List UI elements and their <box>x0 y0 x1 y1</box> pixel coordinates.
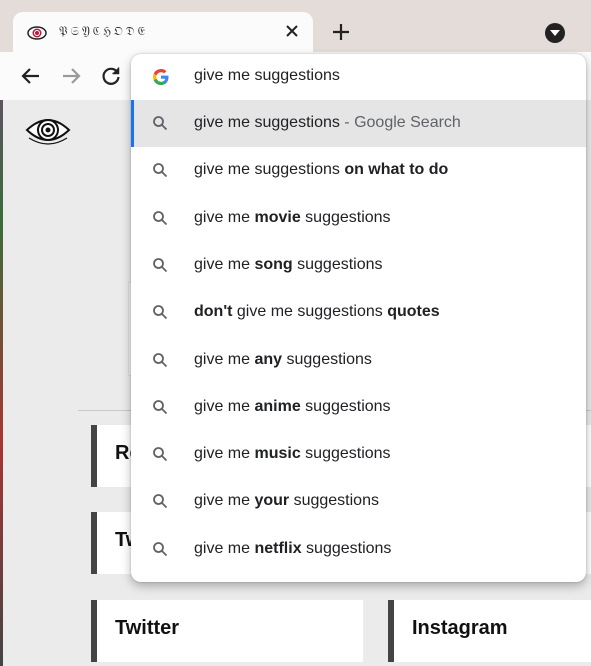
suggestion-part: suggestions <box>300 445 391 463</box>
google-g-icon <box>153 69 169 85</box>
suggestion-item[interactable]: give me movie suggestions <box>131 195 586 242</box>
suggestion-item[interactable]: give me anime suggestions <box>131 384 586 431</box>
search-icon <box>153 447 168 462</box>
suggestion-text: give me anime suggestions <box>194 398 391 416</box>
search-icon <box>153 352 168 367</box>
search-icon <box>153 494 168 509</box>
suggestion-bold-part: your <box>254 492 290 510</box>
suggestion-bold-part: movie <box>254 208 301 226</box>
suggestion-part: suggestions <box>289 492 379 510</box>
suggestion-part: give me <box>194 350 255 368</box>
suggestion-text: give me suggestions on what to do <box>194 161 448 179</box>
suggestion-part: suggestions <box>300 397 391 415</box>
back-arrow-icon[interactable] <box>19 64 43 88</box>
suggestion-text: give me music suggestions <box>194 445 391 463</box>
suggestion-bold-part: quotes <box>387 303 440 321</box>
omnibox-query: give me suggestions <box>194 67 340 84</box>
suggestion-text: give me any suggestions <box>194 351 372 369</box>
suggestion-part: give me <box>194 208 255 226</box>
suggestion-bold-part: anime <box>254 397 301 415</box>
suggestion-text: give me movie suggestions <box>194 209 391 227</box>
eye-spiral-icon <box>27 26 47 40</box>
suggestion-part: give me <box>194 492 255 510</box>
suggestion-part: suggestions <box>282 350 372 368</box>
suggestion-bold-part: on what to do <box>344 161 449 179</box>
instagram-card[interactable]: Instagram <box>388 600 591 662</box>
card-label: Instagram <box>412 617 508 639</box>
suggestion-text: give me suggestions - Google Search <box>194 114 461 132</box>
suggestion-part: give me <box>194 255 255 273</box>
suggestion-part: suggestions <box>292 255 383 273</box>
suggestion-description: - Google Search <box>339 114 461 131</box>
search-icon <box>153 541 168 556</box>
suggestion-bold-part: song <box>254 255 293 273</box>
suggestion-bold-part: netflix <box>254 539 302 557</box>
suggestion-part: give me <box>194 539 255 557</box>
suggestion-item[interactable]: give me your suggestions <box>131 478 586 525</box>
suggestion-item[interactable]: give me any suggestions <box>131 337 586 384</box>
suggestion-part: give me suggestions <box>194 114 340 131</box>
card-label: Twitter <box>115 617 180 639</box>
forward-arrow-icon[interactable] <box>59 64 83 88</box>
suggestion-part: suggestions <box>300 208 391 226</box>
omnibox-dropdown: give me suggestions give me suggestions … <box>131 54 586 582</box>
address-bar-input[interactable]: give me suggestions <box>131 54 586 100</box>
suggestion-item[interactable]: give me suggestions - Google Search <box>131 100 586 147</box>
suggestion-text: give me your suggestions <box>194 492 379 510</box>
search-icon <box>153 163 168 178</box>
search-icon <box>153 399 168 414</box>
tab-title: 𝔓𝔖𝔜ℭℌ𝔒𝔇𝔈 <box>59 24 149 38</box>
new-tab-plus-icon[interactable] <box>330 21 352 43</box>
suggestion-part: give me suggestions <box>232 303 388 321</box>
twitter-card[interactable]: Twitter <box>91 600 363 662</box>
suggestion-text: don't give me suggestions quotes <box>194 303 440 321</box>
suggestion-part: give me <box>194 397 255 415</box>
active-tab[interactable]: 𝔓𝔖𝔜ℭℌ𝔒𝔇𝔈 <box>13 12 313 52</box>
suggestion-text: give me netflix suggestions <box>194 540 391 558</box>
suggestion-bold-part: music <box>254 445 301 463</box>
eye-spiral-logo-icon <box>25 119 71 145</box>
close-icon[interactable] <box>283 22 301 40</box>
tab-search-button[interactable] <box>545 23 565 43</box>
suggestion-part: give me suggestions <box>194 161 345 179</box>
search-icon <box>153 116 168 131</box>
suggestion-item[interactable]: give me netflix suggestions <box>131 526 586 573</box>
tab-strip: 𝔓𝔖𝔜ℭℌ𝔒𝔇𝔈 <box>0 0 591 52</box>
suggestion-bold-part: any <box>254 350 283 368</box>
reload-icon[interactable] <box>99 64 123 88</box>
suggestion-text: give me song suggestions <box>194 256 383 274</box>
suggestion-part: give me <box>194 445 255 463</box>
search-icon <box>153 210 168 225</box>
chevron-down-icon <box>550 30 560 36</box>
suggestion-bold-part: don't <box>194 303 233 321</box>
suggestion-item[interactable]: don't give me suggestions quotes <box>131 289 586 336</box>
search-icon <box>153 305 168 320</box>
search-icon <box>153 257 168 273</box>
suggestion-item[interactable]: give me song suggestions <box>131 242 586 289</box>
suggestion-item[interactable]: give me suggestions on what to do <box>131 147 586 194</box>
suggestion-part: suggestions <box>301 539 392 557</box>
suggestion-item[interactable]: give me music suggestions <box>131 431 586 478</box>
